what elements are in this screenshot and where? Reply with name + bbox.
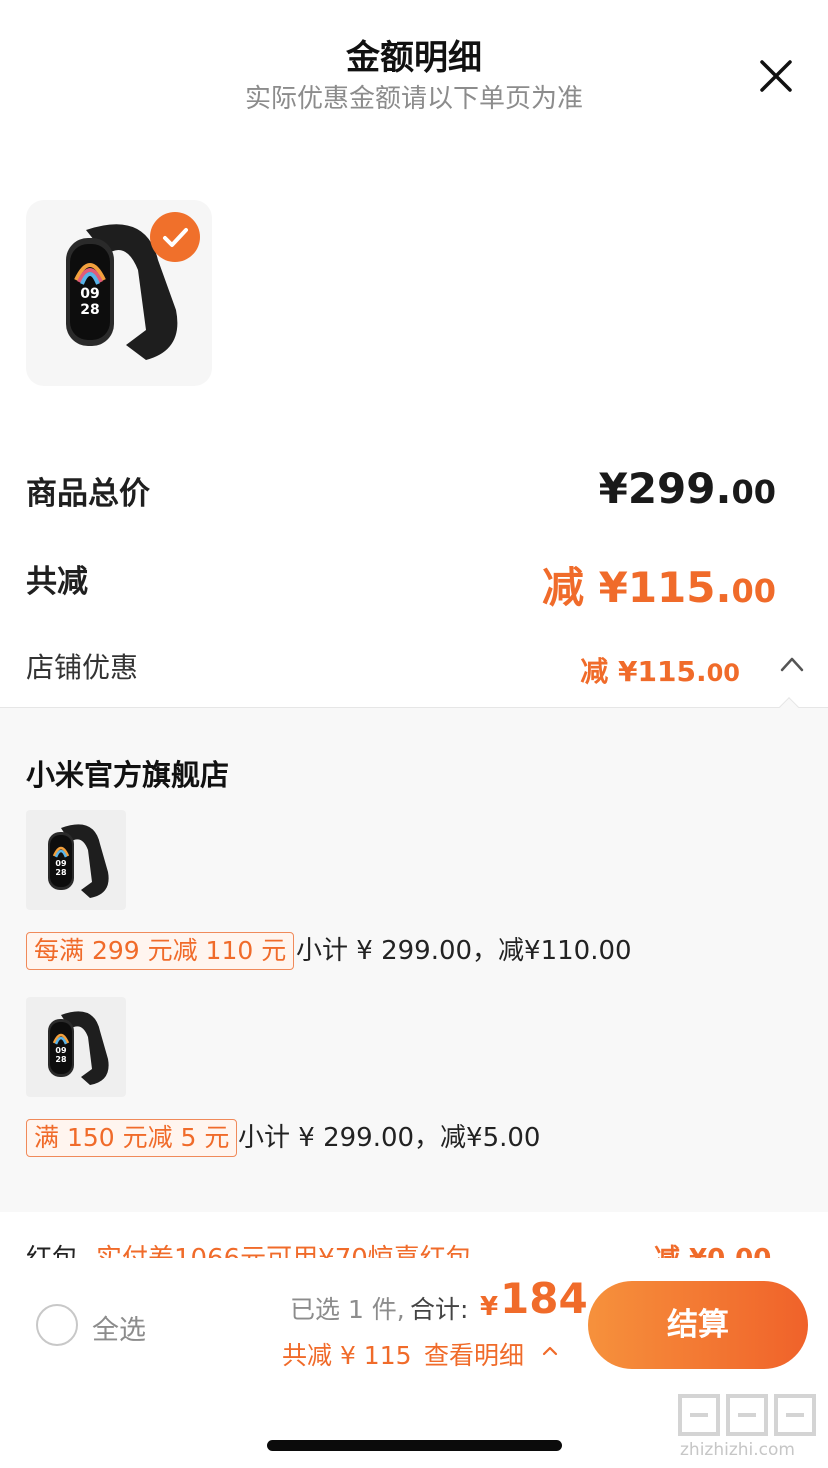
close-icon <box>760 60 792 92</box>
shop-discount-toggle[interactable] <box>778 652 806 676</box>
smart-band-thumb: 09 28 <box>48 1011 109 1085</box>
svg-text:28: 28 <box>55 868 67 877</box>
total-price-main: ¥299. <box>598 464 732 513</box>
sum-currency: ¥ <box>480 1292 499 1322</box>
selected-badge[interactable] <box>150 212 200 262</box>
page-title: 金额明细 <box>346 38 482 78</box>
shop-discount-value[interactable]: 减 ¥115.00 <box>580 650 740 690</box>
shop-discount-label: 店铺优惠 <box>26 651 139 684</box>
total-price-value: ¥299.00 <box>599 464 776 513</box>
svg-text:28: 28 <box>55 1055 67 1064</box>
chevron-up-icon <box>780 657 804 672</box>
shop-discount-main: 减 ¥115. <box>580 655 707 688</box>
checkout-button[interactable]: 结算 <box>588 1281 808 1369</box>
shop-discount-cents: 00 <box>706 659 740 687</box>
item-subtotal: 小计 ¥ 299.00，减¥5.00 <box>238 1123 541 1153</box>
selected-count: 已选 1 件, <box>290 1295 405 1324</box>
page-subtitle: 实际优惠金额请以下单页为准 <box>244 84 583 114</box>
check-icon <box>163 228 188 247</box>
redpack-desc: 实付差1066元可用¥70惊喜红包 <box>96 1238 472 1258</box>
select-all-radio[interactable] <box>36 1304 78 1346</box>
redpack-label: 红包 <box>26 1238 78 1258</box>
svg-text:09: 09 <box>55 1046 67 1055</box>
view-detail-toggle[interactable] <box>540 1342 560 1360</box>
sheet-header: 金额明细 实际优惠金额请以下单页为准 <box>0 0 828 130</box>
home-indicator[interactable] <box>267 1440 562 1451</box>
select-all-label[interactable]: 全选 <box>92 1308 146 1347</box>
promo-tag: 满 150 元减 5 元 <box>26 1119 238 1157</box>
saving-text: 共减 ¥ 115 <box>282 1341 412 1370</box>
watermark-logo-icon <box>678 1394 816 1436</box>
total-reduce-value: 减 ¥115.00 <box>542 554 776 615</box>
total-price-cents: 00 <box>731 473 776 511</box>
item-thumbnail: 09 28 <box>26 810 126 910</box>
sum-value: 184 <box>500 1274 588 1323</box>
total-reduce-main: 减 ¥115. <box>541 563 732 612</box>
total-reduce-label: 共减 <box>26 564 88 600</box>
sum-label: 合计: <box>410 1295 469 1324</box>
view-detail-link[interactable]: 查看明细 <box>424 1336 524 1372</box>
smart-band-thumb: 09 28 <box>48 824 109 898</box>
svg-text:28: 28 <box>80 302 99 318</box>
redpack-value: 减 ¥0.00 <box>654 1238 771 1258</box>
svg-text:09: 09 <box>80 286 99 302</box>
svg-text:09: 09 <box>55 859 67 868</box>
watermark-text: zhizhizhi.com <box>680 1440 795 1460</box>
close-button[interactable] <box>752 52 800 100</box>
redpack-row[interactable]: 红包 实付差1066元可用¥70惊喜红包 减 ¥0.00 <box>0 1238 828 1258</box>
item-subtotal: 小计 ¥ 299.00，减¥110.00 <box>296 936 632 966</box>
chevron-up-icon <box>542 1346 558 1356</box>
item-thumbnail: 09 28 <box>26 997 126 1097</box>
promo-tag: 每满 299 元减 110 元 <box>26 932 295 970</box>
total-price-label: 商品总价 <box>26 476 150 512</box>
total-reduce-cents: 00 <box>731 572 776 610</box>
store-name: 小米官方旗舰店 <box>26 758 230 792</box>
